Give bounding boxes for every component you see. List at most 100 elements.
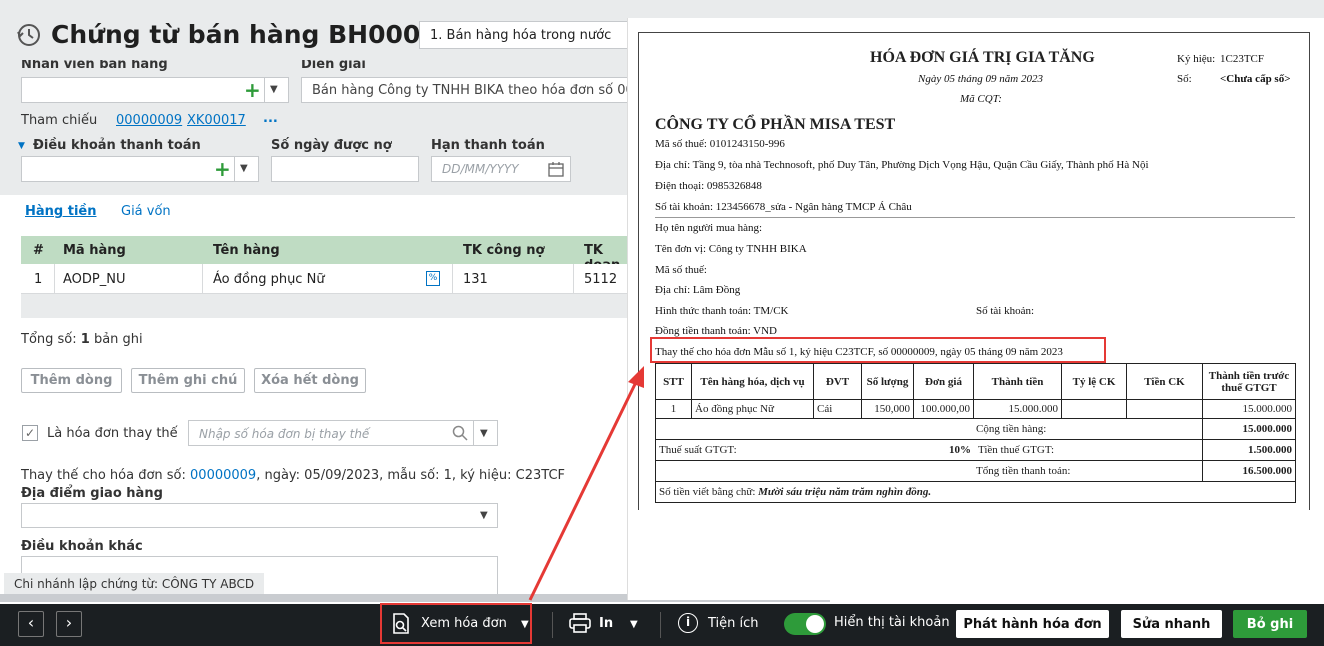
col-name: Tên hàng: [213, 243, 280, 258]
cell-name: Áo đồng phục Nữ: [213, 272, 325, 287]
invoice-buyer-unit: Tên đơn vị: Công ty TNHH BIKA: [655, 243, 807, 255]
subtotal-value: 15.000.000: [1202, 418, 1296, 440]
clear-rows-button[interactable]: Xóa hết dòng: [254, 368, 366, 393]
cell-divider: [54, 264, 55, 294]
history-icon[interactable]: [16, 22, 42, 48]
replace-checkbox[interactable]: ✓: [22, 425, 38, 441]
reference-more[interactable]: ...: [263, 111, 278, 126]
toggle-knob: [806, 615, 824, 633]
td-qty: 150,000: [861, 399, 914, 419]
replace-checkbox-label: Là hóa đơn thay thế: [47, 426, 178, 441]
invoice-currency: Đồng tiền thanh toán: VND: [655, 325, 778, 337]
subtotal-label: Cộng tiền hàng:: [655, 418, 1203, 440]
cell-index: 1: [34, 272, 43, 287]
add-row-button[interactable]: Thêm dòng: [21, 368, 122, 393]
delivery-field[interactable]: [21, 503, 498, 528]
invoice-address: Địa chỉ: Tầng 9, tòa nhà Technosoft, phố…: [655, 159, 1149, 171]
document-search-icon: [393, 613, 409, 634]
col-debt-account: TK công nợ: [463, 243, 545, 258]
add-note-button[interactable]: Thêm ghi chú: [131, 368, 245, 393]
invoice-symbol-label: Ký hiệu:: [1177, 53, 1216, 65]
th-name: Tên hàng hóa, dịch vụ: [691, 363, 814, 400]
th-qty: Số lượng: [861, 363, 914, 400]
invoice-tax-code: Mã số thuế: 0101243150-996: [655, 138, 785, 150]
other-terms-label: Điều khoản khác: [21, 539, 143, 554]
td-price: 100.000,00: [913, 399, 974, 419]
amount-in-words: Số tiền viết bằng chữ: Mười sáu triệu nă…: [655, 481, 1296, 503]
record-count-value: 1: [80, 332, 90, 347]
add-icon[interactable]: +: [214, 157, 231, 181]
td-discount: [1126, 399, 1203, 419]
due-date-label: Hạn thanh toán: [431, 138, 545, 153]
next-button[interactable]: ›: [56, 611, 82, 637]
show-account-label: Hiển thị tài khoản: [834, 615, 950, 630]
th-unit: ĐVT: [813, 363, 862, 400]
grid-header: # Mã hàng Tên hàng TK công nợ TK doan: [21, 236, 631, 273]
chevron-down-icon[interactable]: ▼: [630, 619, 638, 630]
reference-link-1[interactable]: 00000009: [116, 113, 182, 128]
description-field[interactable]: Bán hàng Công ty TNHH BIKA theo hóa đơn …: [301, 77, 631, 103]
branch-label: Chi nhánh lập chứng từ: CÔNG TY ABCD: [4, 573, 265, 595]
debt-days-label: Số ngày được nợ: [271, 138, 392, 153]
voucher-type-select[interactable]: 1. Bán hàng hóa trong nước: [419, 21, 629, 49]
record-count-suffix: bản ghi: [93, 332, 143, 347]
discount-icon[interactable]: %: [426, 271, 440, 286]
td-amount: 15.000.000: [973, 399, 1062, 419]
th-price: Đơn giá: [913, 363, 974, 400]
td-stt: 1: [655, 399, 692, 419]
show-account-toggle[interactable]: [784, 613, 826, 635]
chevron-down-icon[interactable]: ▼: [240, 163, 248, 174]
dropdown-divider: [264, 78, 265, 102]
th-discount-rate: Tỷ lệ CK: [1061, 363, 1127, 400]
invoice-replace-note: Thay thế cho hóa đơn Mẫu số 1, ký hiệu C…: [655, 346, 1063, 358]
prev-button[interactable]: ‹: [18, 611, 44, 637]
search-icon[interactable]: [452, 425, 468, 441]
tab-goods-money[interactable]: Hàng tiền: [25, 204, 96, 219]
cell-debt-account: 131: [463, 272, 488, 287]
vat-rate-label: Thuế suất GTGT:: [659, 444, 737, 456]
issue-invoice-button[interactable]: Phát hành hóa đơn: [956, 610, 1109, 638]
print-button[interactable]: In: [599, 616, 613, 631]
reference-link-2[interactable]: XK00017: [187, 113, 246, 128]
chevron-down-icon[interactable]: ▼: [480, 428, 488, 439]
description-value: Bán hàng Công ty TNHH BIKA theo hóa đơn …: [312, 83, 631, 98]
invoice-symbol-value: 1C23TCF: [1220, 53, 1265, 65]
add-icon[interactable]: +: [244, 78, 261, 102]
record-count: Tổng số: 1 bản ghi: [21, 332, 143, 347]
td-unit: Cái: [813, 399, 862, 419]
invoice-items-table: STT Tên hàng hóa, dịch vụ ĐVT Số lượng Đ…: [655, 363, 1296, 503]
grid-footer: [21, 294, 631, 318]
quick-edit-button[interactable]: Sửa nhanh: [1121, 610, 1222, 638]
voucher-type-value: 1. Bán hàng hóa trong nước: [430, 28, 612, 43]
replace-info-prefix: Thay thế cho hóa đơn số:: [21, 468, 186, 483]
invoice-divider: [655, 217, 1295, 218]
utilities-button[interactable]: Tiện ích: [708, 616, 759, 631]
cell-code: AODP_NU: [63, 272, 126, 287]
footer-divider: [552, 612, 553, 638]
collapse-icon[interactable]: ▼: [18, 141, 25, 151]
table-row[interactable]: 1 AODP_NU Áo đồng phục Nữ % 131 5112: [21, 264, 631, 294]
debt-days-field[interactable]: [271, 156, 419, 182]
cell-divider: [452, 264, 453, 294]
due-date-placeholder: DD/MM/YYYY: [442, 162, 519, 176]
save-button[interactable]: Bỏ ghi: [1233, 610, 1307, 638]
invoice-buyer-address: Địa chỉ: Lâm Đồng: [655, 284, 741, 296]
chevron-down-icon[interactable]: ▼: [270, 84, 278, 95]
th-pre-tax: Thành tiền trước thuế GTGT: [1202, 363, 1296, 400]
th-stt: STT: [655, 363, 692, 400]
cell-revenue-account: 5112: [584, 272, 618, 287]
chevron-down-icon[interactable]: ▼: [521, 619, 529, 630]
invoice-payment-method: Hình thức thanh toán: TM/CK: [655, 305, 789, 317]
replace-info-number[interactable]: 00000009: [190, 468, 256, 483]
invoice-buyer-account: Số tài khoản:: [976, 305, 1035, 317]
calendar-icon[interactable]: [548, 161, 564, 177]
invoice-buyer-tax: Mã số thuế:: [655, 264, 707, 276]
words-value: Mười sáu triệu năm trăm nghìn đồng.: [758, 486, 932, 498]
total-value: 16.500.000: [1202, 460, 1296, 482]
chevron-down-icon[interactable]: ▼: [480, 510, 488, 521]
dropdown-divider: [234, 157, 235, 181]
col-code: Mã hàng: [63, 243, 126, 258]
tab-cost[interactable]: Giá vốn: [121, 204, 171, 219]
vat-amount-label: Tiền thuế GTGT:: [978, 444, 1055, 456]
invoice-date: Ngày 05 tháng 09 năm 2023: [918, 73, 1043, 85]
